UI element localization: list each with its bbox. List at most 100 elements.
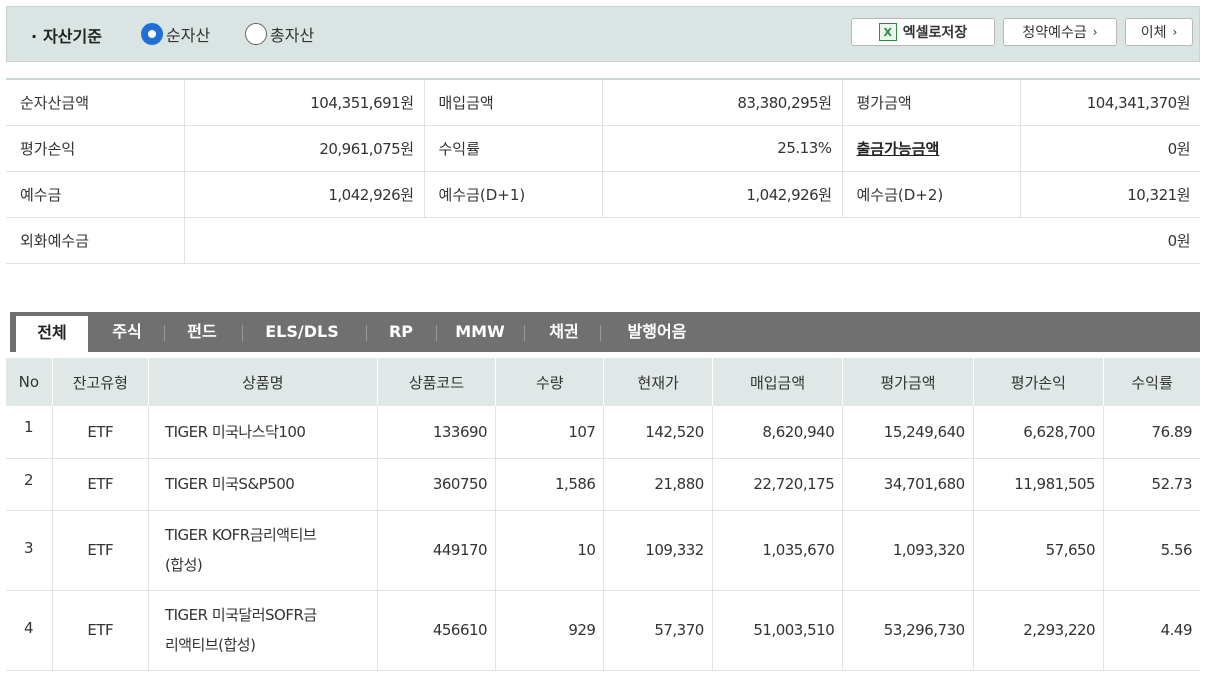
summary-row: 순자산금액 104,351,691원 매입금액 83,380,295원 평가금액…	[6, 79, 1200, 126]
row-type: ETF	[52, 458, 149, 511]
row-qty: 929	[495, 590, 605, 671]
foreign-deposit-label: 외화예수금	[6, 217, 185, 264]
table-row[interactable]: 2 ETF TIGER 미국S&P500 360750 1,586 21,880…	[6, 458, 1200, 511]
net-asset-label: 순자산금액	[6, 79, 185, 126]
withdrawable-amount-value: 0원	[1020, 125, 1200, 172]
col-type: 잔고유형	[52, 358, 149, 406]
row-pl: 57,650	[973, 510, 1105, 591]
holdings-table: No 잔고유형 상품명 상품코드 수량 현재가 매입금액 평가금액 평가손익 수…	[6, 358, 1200, 671]
return-rate-value: 25.13%	[602, 125, 843, 172]
asset-summary-table: 순자산금액 104,351,691원 매입금액 83,380,295원 평가금액…	[6, 78, 1200, 264]
tab-els-dls[interactable]: ELS/DLS	[250, 312, 354, 352]
tab-divider	[366, 325, 367, 341]
transfer-label: 이체	[1140, 25, 1167, 41]
tab-fund[interactable]: 펀드	[170, 312, 234, 352]
summary-row: 외화예수금 0원	[6, 217, 1200, 264]
tab-bond[interactable]: 채권	[532, 312, 596, 352]
transfer-button[interactable]: 이체 ›	[1125, 18, 1193, 46]
row-eval: 15,249,640	[842, 406, 974, 459]
tab-all[interactable]: 전체	[16, 316, 88, 352]
tab-divider	[600, 325, 601, 341]
product-name-line2: (합성)	[164, 556, 203, 574]
col-eval-amount: 평가금액	[842, 358, 974, 406]
purchase-amount-value: 83,380,295원	[602, 79, 843, 126]
table-row[interactable]: 4 ETF TIGER 미국달러SOFR금 리액티브(합성) 456610 929…	[6, 590, 1200, 671]
row-product-name: TIGER KOFR금리액티브 (합성)	[148, 510, 378, 591]
tab-mmw[interactable]: MMW	[444, 312, 516, 352]
product-name-line2: 리액티브(합성)	[164, 636, 256, 654]
row-product-name: TIGER 미국S&P500	[148, 458, 378, 511]
product-tab-bar: 전체 주식 펀드 ELS/DLS RP MMW 채권 발행어음	[10, 312, 1200, 352]
row-qty: 10	[495, 510, 605, 591]
row-product-name: TIGER 미국나스닥100	[148, 406, 378, 459]
deposit-d2-label: 예수금(D+2)	[842, 171, 1021, 218]
withdrawable-amount-link[interactable]: 출금가능금액	[857, 140, 940, 158]
deposit-d1-value: 1,042,926원	[602, 171, 843, 218]
summary-row: 예수금 1,042,926원 예수금(D+1) 1,042,926원 예수금(D…	[6, 171, 1200, 218]
row-no: 2	[6, 458, 53, 511]
asset-basis-label: 자산기준	[43, 27, 102, 46]
evaluation-amount-value: 104,341,370원	[1020, 79, 1200, 126]
row-no: 3	[6, 510, 53, 591]
col-quantity: 수량	[495, 358, 605, 406]
product-name-line1: TIGER 미국S&P500	[164, 475, 295, 493]
subscription-deposit-button[interactable]: 청약예수금 ›	[1003, 18, 1117, 46]
tab-divider	[164, 325, 165, 341]
row-rate: 5.56	[1103, 510, 1200, 591]
row-eval: 1,093,320	[842, 510, 974, 591]
row-price: 57,370	[603, 590, 713, 671]
deposit-value: 1,042,926원	[184, 171, 425, 218]
eval-pl-label: 평가손익	[6, 125, 185, 172]
radio-total-assets-icon	[245, 23, 267, 45]
row-code: 360750	[377, 458, 497, 511]
tab-issued-note[interactable]: 발행어음	[608, 312, 706, 352]
radio-total-assets-label: 총자산	[270, 26, 315, 45]
table-row[interactable]: 1 ETF TIGER 미국나스닥100 133690 107 142,520 …	[6, 406, 1200, 459]
row-pl: 11,981,505	[973, 458, 1105, 511]
col-product-code: 상품코드	[377, 358, 497, 406]
holdings-header-row: No 잔고유형 상품명 상품코드 수량 현재가 매입금액 평가금액 평가손익 수…	[6, 358, 1200, 406]
row-type: ETF	[52, 406, 149, 459]
col-purchase-amount: 매입금액	[712, 358, 844, 406]
product-name-line1: TIGER 미국달러SOFR금	[164, 606, 317, 624]
row-no: 1	[6, 406, 53, 459]
row-buy: 51,003,510	[712, 590, 844, 671]
chevron-right-icon: ›	[1092, 25, 1098, 39]
row-eval: 53,296,730	[842, 590, 974, 671]
row-qty: 1,586	[495, 458, 605, 511]
eval-pl-value: 20,961,075원	[184, 125, 425, 172]
evaluation-amount-label: 평가금액	[842, 79, 1021, 126]
table-row[interactable]: 3 ETF TIGER KOFR금리액티브 (합성) 449170 10 109,…	[6, 510, 1200, 591]
col-no: No	[6, 358, 53, 406]
row-code: 133690	[377, 406, 497, 459]
summary-row: 평가손익 20,961,075원 수익률 25.13% 출금가능금액 0원	[6, 125, 1200, 172]
col-current-price: 현재가	[603, 358, 713, 406]
row-price: 21,880	[603, 458, 713, 511]
return-rate-label: 수익률	[424, 125, 603, 172]
row-code: 449170	[377, 510, 497, 591]
row-rate: 4.49	[1103, 590, 1200, 671]
tab-divider	[242, 325, 243, 341]
row-buy: 1,035,670	[712, 510, 844, 591]
tab-divider	[524, 325, 525, 341]
tab-stock[interactable]: 주식	[96, 312, 158, 352]
col-return-rate: 수익률	[1103, 358, 1200, 406]
row-no: 4	[6, 590, 53, 671]
radio-net-assets[interactable]: 순자산	[141, 22, 210, 46]
asset-basis-title: · 자산기준	[31, 27, 102, 46]
row-rate: 52.73	[1103, 458, 1200, 511]
radio-net-assets-label: 순자산	[166, 26, 211, 45]
col-product-name: 상품명	[148, 358, 378, 406]
save-excel-button[interactable]: X 엑셀로저장	[851, 18, 995, 46]
radio-total-assets[interactable]: 총자산	[245, 22, 314, 46]
product-name-line1: TIGER 미국나스닥100	[164, 422, 306, 441]
tab-rp[interactable]: RP	[374, 312, 428, 352]
row-price: 109,332	[603, 510, 713, 591]
row-eval: 34,701,680	[842, 458, 974, 511]
foreign-deposit-value: 0원	[184, 217, 1200, 264]
row-pl: 2,293,220	[973, 590, 1105, 671]
row-rate: 76.89	[1103, 406, 1200, 459]
radio-net-assets-icon	[141, 23, 163, 45]
chevron-right-icon: ›	[1172, 25, 1178, 39]
purchase-amount-label: 매입금액	[424, 79, 603, 126]
